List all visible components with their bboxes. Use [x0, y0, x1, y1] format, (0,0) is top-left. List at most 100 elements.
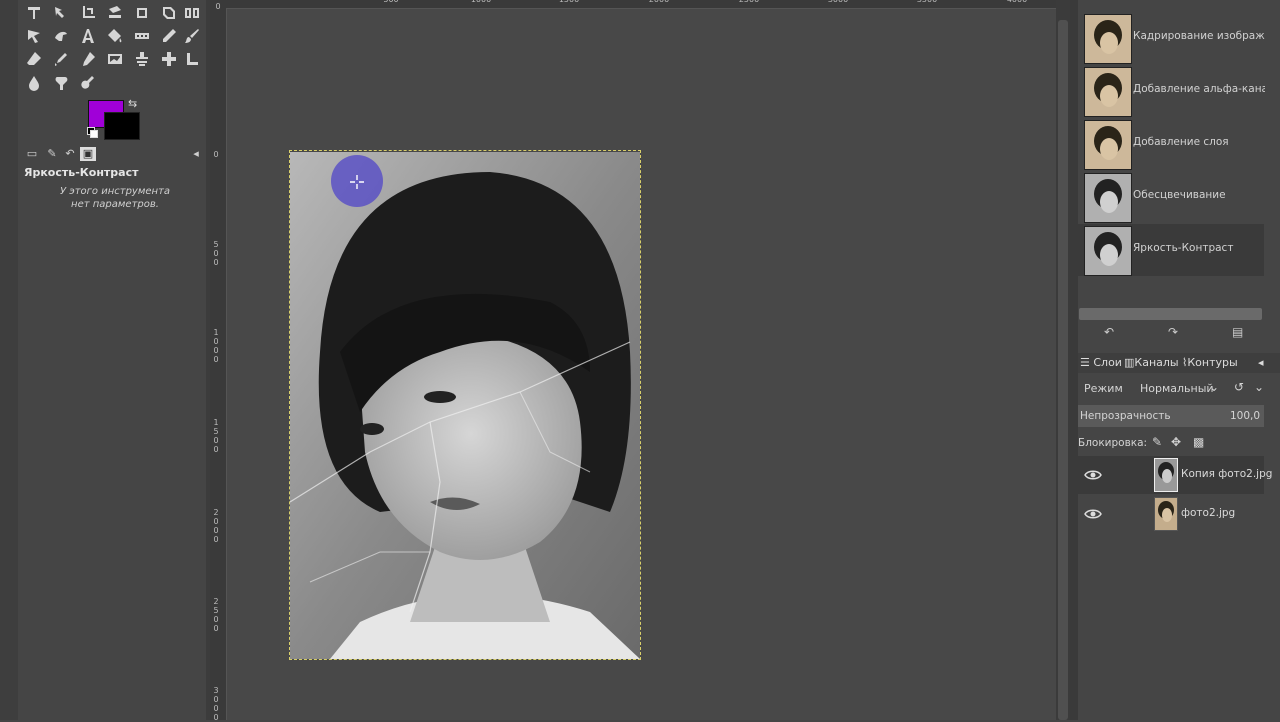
ruler-tick-label: 1500 [554, 0, 584, 4]
transform-tool-icon[interactable] [104, 2, 126, 24]
lock-position-icon[interactable]: ✥ [1171, 435, 1181, 449]
tab-channels[interactable]: ▥Каналы [1124, 356, 1179, 369]
pencil-tool-icon[interactable] [158, 25, 180, 47]
opacity-slider[interactable]: Непрозрачность 100,0 [1078, 405, 1264, 427]
layer-name: фото2.jpg [1181, 507, 1236, 519]
airbrush-tool-icon[interactable] [50, 48, 72, 70]
layer-mode-row: Режим Нормальный ⌄ ↺ ⌄ [1078, 378, 1264, 400]
toolbox: ⇆ ▭ ✎ ↶ ▣ ◂ Яркость-Контраст У этого инс… [18, 0, 206, 720]
layer-thumbnail [1154, 497, 1178, 531]
gradient-tool-icon[interactable] [131, 25, 153, 47]
history-item-label: Добавление альфа-канала [1133, 83, 1265, 95]
mypaint-brush-icon[interactable] [104, 48, 126, 70]
ruler-tick-label: 0 [215, 2, 221, 11]
history-horizontal-scrollbar[interactable] [1079, 308, 1262, 320]
visibility-eye-icon[interactable] [1084, 466, 1102, 484]
layer-row[interactable]: Копия фото2.jpg [1078, 456, 1272, 494]
vertical-ruler[interactable]: 0 0 500 1000 1500 2000 2500 3000 [210, 0, 227, 722]
dodge-burn-icon[interactable] [77, 72, 99, 94]
background-color-swatch[interactable] [104, 112, 140, 140]
reset-colors-icon[interactable] [87, 127, 98, 138]
history-item-label: Добавление слоя [1133, 136, 1229, 148]
blur-tool-icon[interactable] [23, 72, 45, 94]
redo-icon[interactable]: ↷ [1168, 325, 1178, 339]
tool-options-message-line: нет параметров. [71, 199, 159, 210]
opacity-value: 100,0 [1230, 410, 1261, 422]
left-edge [0, 0, 18, 720]
ruler-tick-label: 500 [213, 240, 219, 267]
lock-pixels-icon[interactable]: ✎ [1152, 435, 1162, 449]
tool-options-tab-icon[interactable]: ▭ [24, 147, 40, 161]
layer-thumbnail [1154, 458, 1178, 492]
history-item-active[interactable]: Яркость-Контраст [1078, 224, 1264, 276]
history-thumbnail [1084, 120, 1132, 170]
ruler-tick-label: 2500 [734, 0, 764, 4]
lock-label: Блокировка: [1078, 437, 1148, 449]
history-item[interactable]: Кадрирование изображения [1078, 12, 1265, 64]
horizontal-ruler[interactable]: 500 1000 1500 2000 2500 3000 3500 4000 [226, 0, 1056, 9]
clone-tool-icon[interactable] [131, 48, 153, 70]
ruler-tick-label: 3000 [823, 0, 853, 4]
ruler-tick-label: 1500 [213, 418, 219, 454]
undo-icon[interactable]: ↶ [1104, 325, 1114, 339]
images-tab-icon[interactable]: ▣ [80, 147, 96, 161]
cage-tool-icon[interactable] [131, 2, 153, 24]
history-item[interactable]: Добавление альфа-канала [1078, 65, 1265, 117]
ink-tool-icon[interactable] [77, 48, 99, 70]
layer-name: Копия фото2.jpg [1181, 468, 1273, 480]
visibility-eye-icon[interactable] [1084, 505, 1102, 523]
chevron-down-icon[interactable]: ⌄ [1209, 380, 1219, 394]
bucket-fill-icon[interactable] [104, 25, 126, 47]
lock-alpha-icon[interactable]: ▩ [1193, 435, 1204, 449]
mode-reset-icon[interactable]: ↺ [1234, 380, 1244, 394]
move-tool-icon[interactable] [23, 2, 45, 24]
paint-select-icon[interactable] [50, 25, 72, 47]
flip-tool-icon[interactable] [181, 2, 203, 24]
layer-row[interactable]: фото2.jpg [1078, 495, 1264, 533]
ruler-tick-label: 2000 [644, 0, 674, 4]
history-item-label: Обесцвечивание [1133, 189, 1226, 201]
tab-layers-label: Слои [1093, 356, 1122, 369]
configure-tab-icon[interactable]: ◂ [188, 147, 204, 161]
paintbrush-tool-icon[interactable] [181, 25, 203, 47]
crosshair-cursor-icon [350, 175, 364, 189]
chevron-down-icon[interactable]: ⌄ [1254, 380, 1264, 394]
clear-history-icon[interactable]: ▤ [1232, 325, 1243, 339]
tool-options-tabs: ▭ ✎ ↶ ▣ ◂ [18, 145, 206, 163]
layers-dock-tabs: ☰ Слои ▥Каналы ⌇Контуры ◂ [1078, 353, 1280, 373]
smudge-tool-icon[interactable] [50, 72, 72, 94]
history-item[interactable]: Обесцвечивание [1078, 171, 1262, 223]
tab-more-icon[interactable]: ◂ [1258, 356, 1264, 369]
ruler-tick-label: 2500 [213, 597, 219, 633]
text-tool-icon[interactable] [77, 25, 99, 47]
tool-options-message-line: У этого инструмента [59, 186, 171, 197]
mode-label: Режим [1084, 382, 1123, 395]
free-select-icon[interactable] [23, 25, 45, 47]
mode-select[interactable]: Нормальный [1140, 382, 1214, 395]
tab-channels-label: Каналы [1134, 356, 1179, 369]
heal-tool-icon[interactable] [158, 48, 180, 70]
eraser-tool-icon[interactable] [23, 48, 45, 70]
tab-paths[interactable]: ⌇Контуры [1182, 356, 1238, 369]
crop-tool-icon[interactable] [77, 2, 99, 24]
perspective-clone-icon[interactable] [181, 48, 203, 70]
device-status-tab-icon[interactable]: ✎ [44, 147, 60, 161]
right-panel-splitter[interactable] [1070, 0, 1078, 720]
align-tool-icon[interactable] [50, 2, 72, 24]
ruler-tick-label: 0 [213, 150, 219, 159]
history-item-label: Яркость-Контраст [1133, 242, 1234, 254]
tab-paths-label: Контуры [1187, 356, 1238, 369]
tab-layers[interactable]: ☰ Слои [1080, 356, 1122, 369]
ruler-tick-label: 3000 [213, 686, 219, 722]
ruler-tick-label: 500 [376, 0, 406, 4]
swap-colors-icon[interactable]: ⇆ [128, 97, 137, 110]
undo-history-tab-icon[interactable]: ↶ [62, 147, 78, 161]
history-thumbnail [1084, 173, 1132, 223]
tool-options-message: У этого инструмента нет параметров. [40, 185, 190, 211]
photo-image[interactable] [290, 152, 640, 659]
perspective-tool-icon[interactable] [158, 2, 180, 24]
history-item[interactable]: Добавление слоя [1078, 118, 1262, 170]
scrollbar-thumb[interactable] [1058, 20, 1068, 720]
history-item-label: Кадрирование изображения [1133, 30, 1265, 42]
opacity-label: Непрозрачность [1080, 410, 1171, 422]
